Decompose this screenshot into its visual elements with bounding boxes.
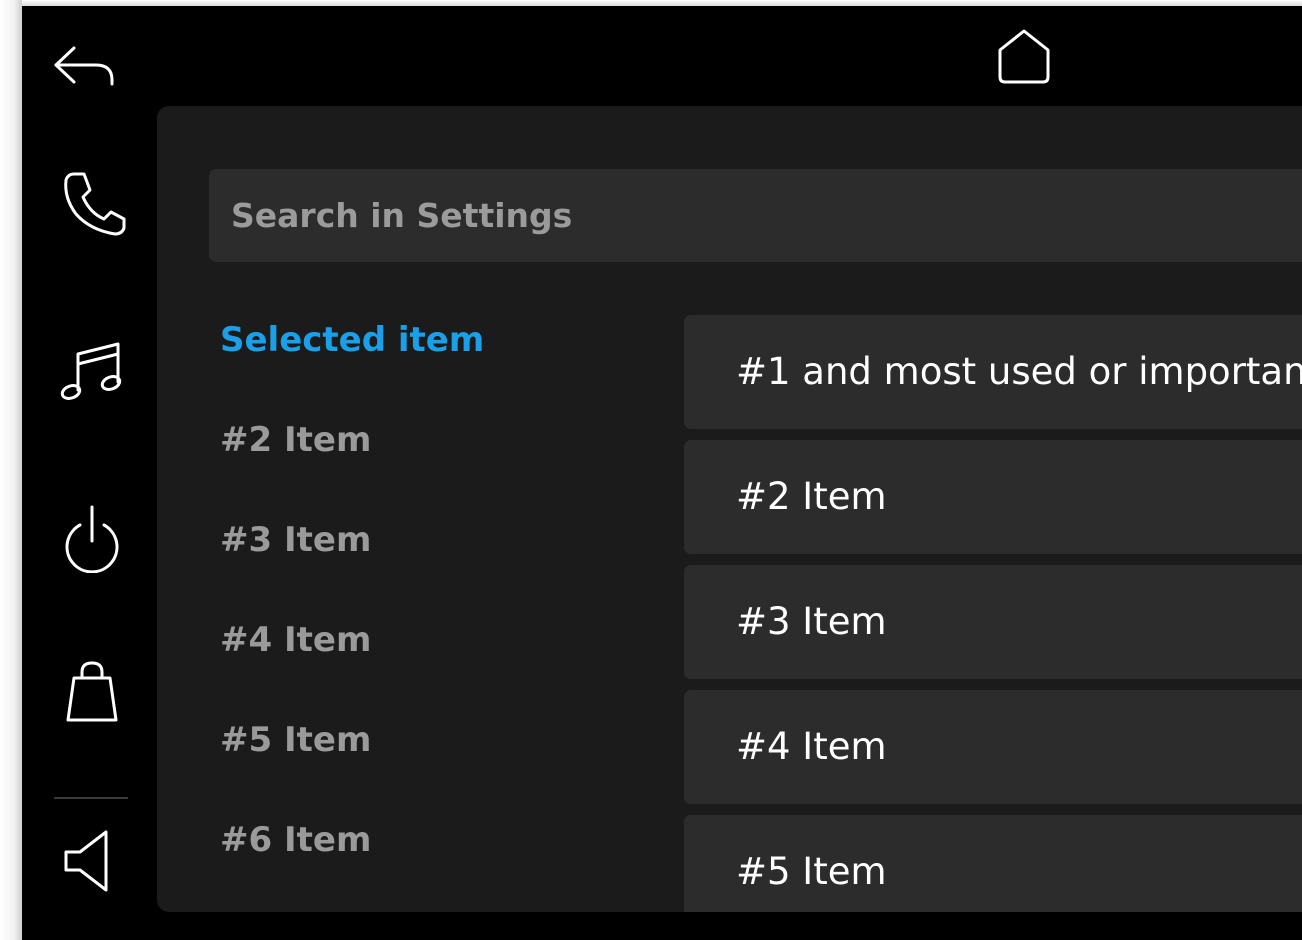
back-arrow-icon[interactable] [52,42,116,90]
device-frame: Selected item #2 Item #3 Item #4 Item #5… [0,0,1302,940]
settings-item-label: #1 and most used or important [736,350,1302,393]
category-item-6[interactable]: #6 Item [220,810,371,870]
search-bar[interactable] [209,169,1302,262]
category-item-2[interactable]: #2 Item [220,410,371,470]
device-bezel-left [0,0,22,940]
settings-panel: Selected item #2 Item #3 Item #4 Item #5… [157,106,1302,912]
music-icon[interactable] [58,340,126,408]
settings-item-label: #4 Item [736,725,887,768]
settings-item-1[interactable]: #1 and most used or important [684,315,1302,429]
settings-item-4[interactable]: #4 Item [684,690,1302,804]
category-item-4[interactable]: #4 Item [220,610,371,670]
settings-item-label: #3 Item [736,600,887,643]
screen: Selected item #2 Item #3 Item #4 Item #5… [22,6,1302,940]
search-input[interactable] [209,169,1302,262]
settings-item-2[interactable]: #2 Item [684,440,1302,554]
settings-item-3[interactable]: #3 Item [684,565,1302,679]
category-item-selected[interactable]: Selected item [220,310,484,370]
power-icon[interactable] [62,503,122,573]
category-item-3[interactable]: #3 Item [220,510,371,570]
category-item-5[interactable]: #5 Item [220,710,371,770]
volume-icon[interactable] [62,828,112,894]
phone-icon[interactable] [60,170,128,238]
sidebar-divider [54,797,128,799]
settings-item-label: #2 Item [736,475,887,518]
home-icon[interactable] [996,28,1052,86]
settings-item-5[interactable]: #5 Item [684,815,1302,912]
settings-item-label: #5 Item [736,850,887,893]
shopping-bag-icon[interactable] [64,660,120,724]
